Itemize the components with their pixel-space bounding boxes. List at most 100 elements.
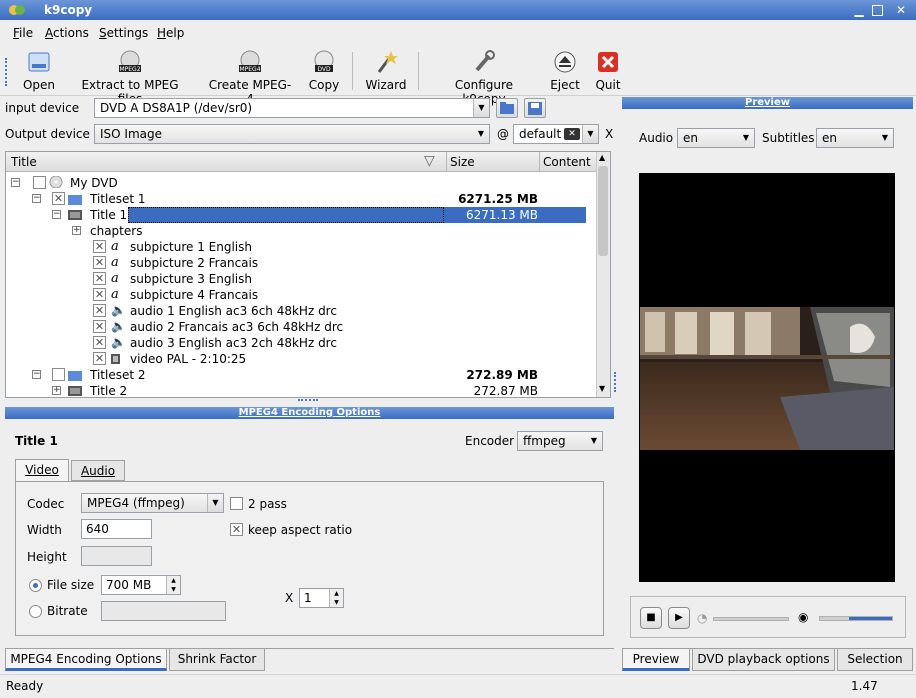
- scroll-up-icon[interactable]: ▲: [599, 153, 605, 162]
- checkbox[interactable]: [33, 176, 46, 189]
- checkbox[interactable]: ✕: [93, 288, 106, 301]
- toolbar-handle[interactable]: [5, 58, 9, 86]
- keep-aspect-checkbox[interactable]: ✕: [230, 523, 243, 536]
- splitter-handle[interactable]: [614, 372, 618, 392]
- audio-value: en: [683, 131, 698, 145]
- copy-button[interactable]: DVD Copy: [306, 48, 342, 94]
- menu-actions[interactable]: Actions: [45, 26, 89, 40]
- save-button[interactable]: [524, 98, 546, 118]
- height-input[interactable]: [81, 546, 152, 566]
- tree-row-subpicture[interactable]: ✕ a subpicture 4 Francais: [6, 287, 596, 303]
- collapse-icon[interactable]: −: [52, 210, 61, 219]
- minimize-icon[interactable]: ▁: [852, 3, 866, 17]
- encoder-combo[interactable]: ffmpeg ▼: [517, 431, 603, 451]
- volume-slider[interactable]: [819, 616, 893, 621]
- checkbox[interactable]: ✕: [93, 320, 106, 333]
- video-frame-image: [640, 307, 894, 450]
- column-title[interactable]: Title: [11, 155, 37, 169]
- menu-file[interactable]: File: [13, 26, 33, 40]
- seek-slider[interactable]: [713, 617, 789, 621]
- codec-combo[interactable]: MPEG4 (ffmpeg) ▼: [81, 493, 224, 513]
- audio-combo[interactable]: en ▼: [677, 128, 755, 148]
- subtitles-value: en: [822, 131, 837, 145]
- scale-spinbox[interactable]: 1 ▲ ▼: [299, 588, 344, 608]
- menu-settings[interactable]: Settings: [99, 26, 148, 40]
- eject-label: Eject: [550, 78, 580, 92]
- filesize-radio[interactable]: [29, 579, 42, 592]
- expand-icon[interactable]: +: [52, 386, 61, 395]
- column-size[interactable]: Size: [450, 155, 475, 169]
- input-device-combo[interactable]: DVD A DS8A1P (/dev/sr0) ▼: [94, 98, 490, 118]
- menu-help[interactable]: Help: [157, 26, 184, 40]
- status-text: Ready: [6, 679, 44, 693]
- scroll-down-icon[interactable]: ▼: [599, 384, 605, 393]
- tree-row-my-dvd[interactable]: − My DVD: [6, 175, 596, 191]
- tree-row-audio[interactable]: ✕ 🔈 audio 1 English ac3 6ch 48kHz drc: [6, 303, 596, 319]
- collapse-icon[interactable]: −: [32, 194, 41, 203]
- close-icon[interactable]: ✕: [894, 3, 908, 17]
- expand-icon[interactable]: +: [72, 226, 81, 235]
- target-combo[interactable]: default ✕ ▼: [513, 124, 599, 144]
- chevron-down-icon: ▼: [582, 125, 598, 143]
- bitrate-radio[interactable]: [29, 605, 42, 618]
- stop-button[interactable]: ■: [640, 607, 662, 629]
- dvd-tree[interactable]: Title ▽ Size Content − My DVD − ✕ Titles…: [5, 151, 611, 398]
- checkbox[interactable]: [52, 368, 65, 381]
- open-button[interactable]: Open: [20, 48, 58, 94]
- configure-button[interactable]: Configure k9copy: [432, 48, 536, 106]
- tree-row-title-2[interactable]: + Title 2 272.87 MB: [6, 383, 596, 397]
- checkbox[interactable]: ✕: [52, 192, 65, 205]
- tab-video[interactable]: Video: [15, 459, 69, 481]
- tab-selection-label: Selection: [847, 652, 903, 666]
- clear-icon[interactable]: ✕: [564, 128, 580, 140]
- checkbox[interactable]: ✕: [93, 304, 106, 317]
- tab-audio[interactable]: Audio: [71, 460, 125, 481]
- subtitles-combo[interactable]: en ▼: [816, 128, 894, 148]
- tab-mpeg4-encoding[interactable]: MPEG4 Encoding Options: [5, 649, 167, 671]
- spin-arrows-icon[interactable]: ▲ ▼: [329, 589, 343, 607]
- bitrate-input[interactable]: [101, 601, 226, 621]
- extract-mpeg-button[interactable]: MPEG2 Extract to MPEG files: [70, 48, 190, 106]
- scrollbar-thumb[interactable]: [598, 166, 608, 256]
- spin-arrows-icon[interactable]: ▲ ▼: [166, 576, 180, 594]
- checkbox[interactable]: ✕: [93, 352, 106, 365]
- splitter-handle[interactable]: [298, 399, 318, 403]
- tab-preview[interactable]: Preview: [622, 649, 690, 671]
- eject-button[interactable]: Eject: [547, 48, 583, 94]
- output-device-combo[interactable]: ISO Image ▼: [94, 124, 490, 144]
- maximize-icon[interactable]: [872, 5, 883, 16]
- tree-row-audio[interactable]: ✕ 🔈 audio 2 Francais ac3 6ch 48kHz drc: [6, 319, 596, 335]
- tree-row-subpicture[interactable]: ✕ a subpicture 1 English: [6, 239, 596, 255]
- tab-selection[interactable]: Selection: [837, 649, 913, 671]
- height-label: Height: [27, 550, 67, 564]
- tree-row-audio[interactable]: ✕ 🔈 audio 3 English ac3 2ch 48kHz drc: [6, 335, 596, 351]
- width-input[interactable]: 640: [81, 519, 152, 539]
- volume-icon: ◉: [798, 610, 809, 624]
- tree-row-titleset-1[interactable]: − ✕ Titleset 1 6271.25 MB: [6, 191, 596, 207]
- wizard-button[interactable]: Wizard: [364, 48, 408, 94]
- tree-row-video[interactable]: ✕ video PAL - 2:10:25: [6, 351, 596, 367]
- checkbox[interactable]: ✕: [93, 256, 106, 269]
- filesize-spinbox[interactable]: 700 MB ▲ ▼: [101, 575, 181, 595]
- tree-row-subpicture[interactable]: ✕ a subpicture 3 English: [6, 271, 596, 287]
- status-bar: Ready 1.47: [0, 674, 916, 698]
- two-pass-checkbox[interactable]: [230, 497, 243, 510]
- checkbox[interactable]: ✕: [93, 336, 106, 349]
- create-mpeg4-button[interactable]: MPEG4 Create MPEG-4: [205, 48, 295, 106]
- open-folder-button[interactable]: [496, 98, 518, 118]
- tree-row-title-1[interactable]: − Title 1 6271.13 MB: [6, 207, 596, 223]
- play-button[interactable]: ▶: [668, 607, 690, 629]
- checkbox[interactable]: ✕: [93, 272, 106, 285]
- collapse-icon[interactable]: −: [11, 178, 20, 187]
- checkbox[interactable]: ✕: [93, 240, 106, 253]
- tab-dvd-playback-options[interactable]: DVD playback options: [692, 649, 835, 671]
- video-preview[interactable]: [639, 173, 895, 582]
- tree-row-chapters[interactable]: + chapters: [6, 223, 596, 239]
- tree-row-subpicture[interactable]: ✕ a subpicture 2 Francais: [6, 255, 596, 271]
- tab-shrink-factor[interactable]: Shrink Factor: [169, 649, 265, 671]
- quit-button[interactable]: Quit: [592, 48, 624, 94]
- tree-row-titleset-2[interactable]: − Titleset 2 272.89 MB: [6, 367, 596, 383]
- tree-scrollbar[interactable]: ▲ ▼: [596, 152, 610, 397]
- column-content[interactable]: Content: [543, 155, 591, 169]
- collapse-icon[interactable]: −: [32, 370, 41, 379]
